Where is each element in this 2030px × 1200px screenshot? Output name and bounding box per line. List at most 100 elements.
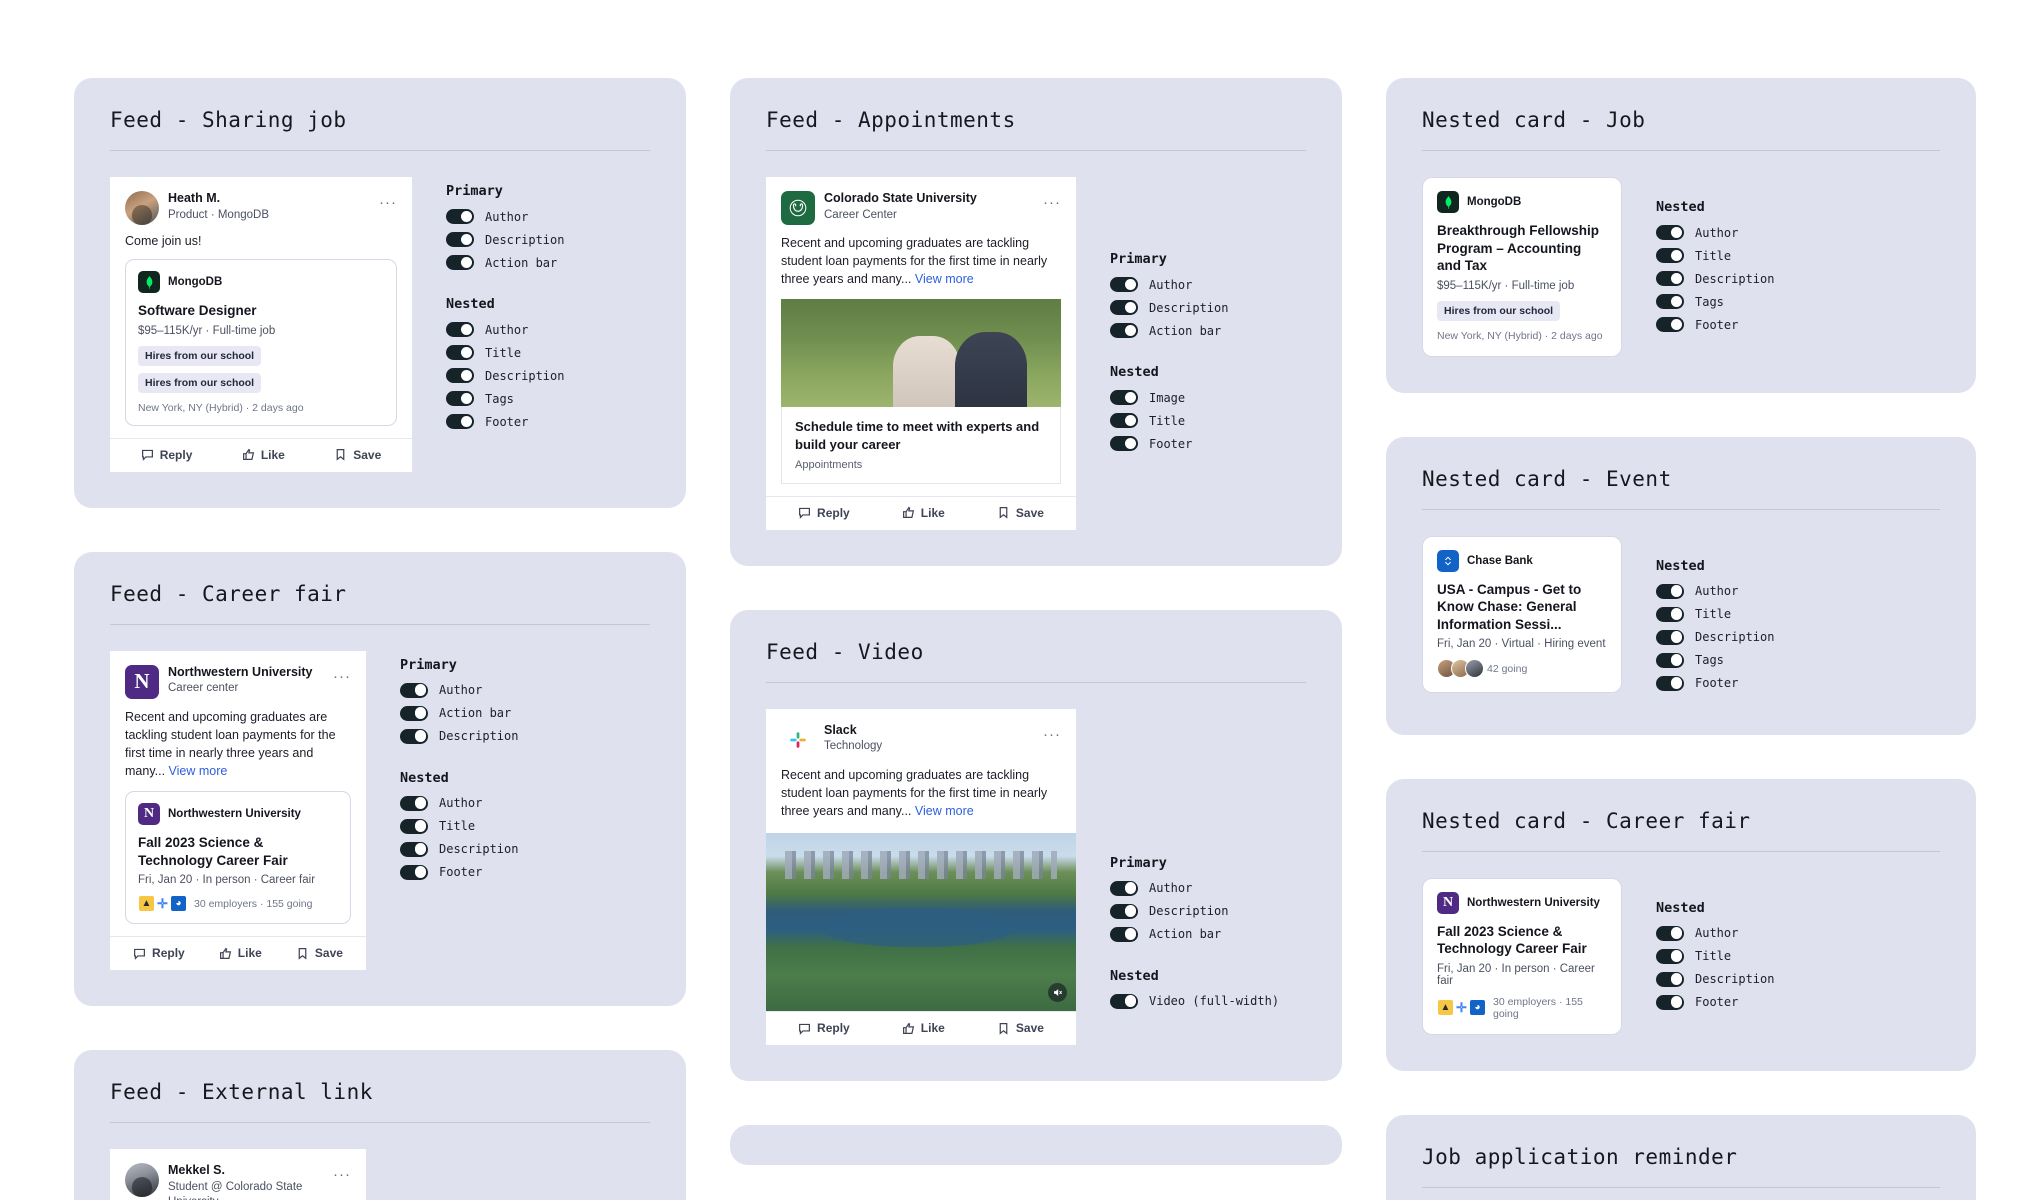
toggle-description[interactable]: Description: [446, 368, 586, 383]
toggle-switch[interactable]: [1656, 971, 1684, 987]
toggle-switch[interactable]: [400, 705, 428, 721]
nested-job-card[interactable]: MongoDB Software Designer $95–115K/yr · …: [125, 259, 397, 426]
nested-event-card[interactable]: N Northwestern University Fall 2023 Scie…: [125, 791, 351, 925]
toggle-switch[interactable]: [1110, 300, 1138, 315]
reply-button[interactable]: Reply: [133, 946, 185, 960]
toggle-switch[interactable]: [1656, 948, 1684, 964]
toggle-action-bar[interactable]: Action bar: [446, 255, 586, 270]
toggle-author[interactable]: Author: [1656, 583, 1796, 599]
toggle-author[interactable]: Author: [400, 795, 540, 811]
toggle-title[interactable]: Title: [400, 818, 540, 834]
nested-job-card[interactable]: MongoDB Breakthrough Fellowship Program …: [1422, 177, 1622, 357]
video-player[interactable]: [766, 833, 1076, 1012]
toggle-switch[interactable]: [400, 841, 428, 857]
feed-post-card[interactable]: Colorado State University Career Center …: [766, 177, 1076, 530]
toggle-title[interactable]: Title: [1656, 606, 1796, 622]
toggle-switch[interactable]: [1656, 225, 1684, 240]
feed-post-card[interactable]: Mekkel S. Student @ Colorado State Unive…: [110, 1149, 366, 1200]
toggle-video-full-width[interactable]: Video (full-width): [1110, 993, 1279, 1009]
toggle-switch[interactable]: [1110, 436, 1138, 451]
like-button[interactable]: Like: [902, 506, 945, 520]
toggle-description[interactable]: Description: [1110, 903, 1279, 919]
toggle-switch[interactable]: [1656, 248, 1684, 263]
toggle-switch[interactable]: [1110, 926, 1138, 942]
toggle-switch[interactable]: [400, 795, 428, 811]
more-options-icon[interactable]: ···: [379, 191, 397, 210]
toggle-switch[interactable]: [400, 682, 428, 698]
toggle-switch[interactable]: [1110, 277, 1138, 292]
toggle-switch[interactable]: [400, 728, 428, 744]
view-more-link[interactable]: View more: [169, 764, 228, 778]
reply-button[interactable]: Reply: [798, 506, 850, 520]
toggle-switch[interactable]: [1656, 652, 1684, 668]
view-more-link[interactable]: View more: [915, 804, 974, 818]
toggle-switch[interactable]: [446, 232, 474, 247]
like-button[interactable]: Like: [242, 448, 285, 462]
nested-career-fair-card[interactable]: N Northwestern University Fall 2023 Scie…: [1422, 877, 1622, 1035]
feed-post-card[interactable]: N Northwestern University Career center …: [110, 650, 366, 971]
toggle-title[interactable]: Title: [446, 345, 586, 360]
more-options-icon[interactable]: ···: [1043, 723, 1061, 742]
toggle-tags[interactable]: Tags: [1656, 294, 1796, 309]
toggle-description[interactable]: Description: [1656, 971, 1796, 987]
toggle-action-bar[interactable]: Action bar: [1110, 323, 1250, 338]
toggle-author[interactable]: Author: [1656, 225, 1796, 240]
toggle-switch[interactable]: [1110, 413, 1138, 428]
save-button[interactable]: Save: [997, 1021, 1044, 1035]
toggle-switch[interactable]: [1656, 606, 1684, 622]
toggle-footer[interactable]: Footer: [1656, 675, 1796, 691]
toggle-action-bar[interactable]: Action bar: [400, 705, 540, 721]
toggle-switch[interactable]: [446, 209, 474, 224]
toggle-title[interactable]: Title: [1656, 248, 1796, 263]
toggle-switch[interactable]: [1110, 993, 1138, 1009]
toggle-switch[interactable]: [1656, 271, 1684, 286]
toggle-footer[interactable]: Footer: [1656, 317, 1796, 332]
feed-post-card[interactable]: Slack Technology ··· Recent and upcoming…: [766, 708, 1076, 1046]
toggle-description[interactable]: Description: [1656, 629, 1796, 645]
toggle-action-bar[interactable]: Action bar: [1110, 926, 1279, 942]
toggle-switch[interactable]: [446, 391, 474, 406]
toggle-author[interactable]: Author: [446, 322, 586, 337]
mute-icon[interactable]: [1048, 983, 1067, 1003]
toggle-description[interactable]: Description: [446, 232, 586, 247]
toggle-footer[interactable]: Footer: [1110, 436, 1250, 451]
toggle-switch[interactable]: [1656, 583, 1684, 599]
toggle-description[interactable]: Description: [400, 841, 540, 857]
toggle-switch[interactable]: [1656, 317, 1684, 332]
reply-button[interactable]: Reply: [798, 1021, 850, 1035]
save-button[interactable]: Save: [296, 946, 343, 960]
toggle-switch[interactable]: [1110, 903, 1138, 919]
like-button[interactable]: Like: [219, 946, 262, 960]
toggle-switch[interactable]: [1656, 629, 1684, 645]
nested-event-card[interactable]: Chase Bank USA - Campus - Get to Know Ch…: [1422, 535, 1622, 694]
save-button[interactable]: Save: [334, 448, 381, 462]
more-options-icon[interactable]: ···: [333, 665, 351, 684]
save-button[interactable]: Save: [997, 506, 1044, 520]
more-options-icon[interactable]: ···: [333, 1163, 351, 1182]
toggle-switch[interactable]: [1110, 880, 1138, 896]
toggle-footer[interactable]: Footer: [400, 864, 540, 880]
toggle-switch[interactable]: [446, 414, 474, 429]
toggle-footer[interactable]: Footer: [1656, 994, 1796, 1010]
toggle-switch[interactable]: [1656, 675, 1684, 691]
toggle-switch[interactable]: [1656, 294, 1684, 309]
toggle-switch[interactable]: [1656, 925, 1684, 941]
toggle-switch[interactable]: [446, 255, 474, 270]
toggle-switch[interactable]: [446, 345, 474, 360]
view-more-link[interactable]: View more: [915, 272, 974, 286]
toggle-footer[interactable]: Footer: [446, 414, 586, 429]
toggle-description[interactable]: Description: [400, 728, 540, 744]
reply-button[interactable]: Reply: [141, 448, 192, 462]
toggle-tags[interactable]: Tags: [446, 391, 586, 406]
toggle-switch[interactable]: [446, 322, 474, 337]
toggle-switch[interactable]: [1110, 390, 1138, 405]
toggle-switch[interactable]: [400, 864, 428, 880]
toggle-switch[interactable]: [1110, 323, 1138, 338]
toggle-description[interactable]: Description: [1656, 271, 1796, 286]
toggle-author[interactable]: Author: [400, 682, 540, 698]
toggle-author[interactable]: Author: [1656, 925, 1796, 941]
toggle-description[interactable]: Description: [1110, 300, 1250, 315]
toggle-author[interactable]: Author: [446, 209, 586, 224]
feed-post-card[interactable]: Heath M. Product · MongoDB ··· Come join…: [110, 177, 412, 472]
toggle-title[interactable]: Title: [1110, 413, 1250, 428]
